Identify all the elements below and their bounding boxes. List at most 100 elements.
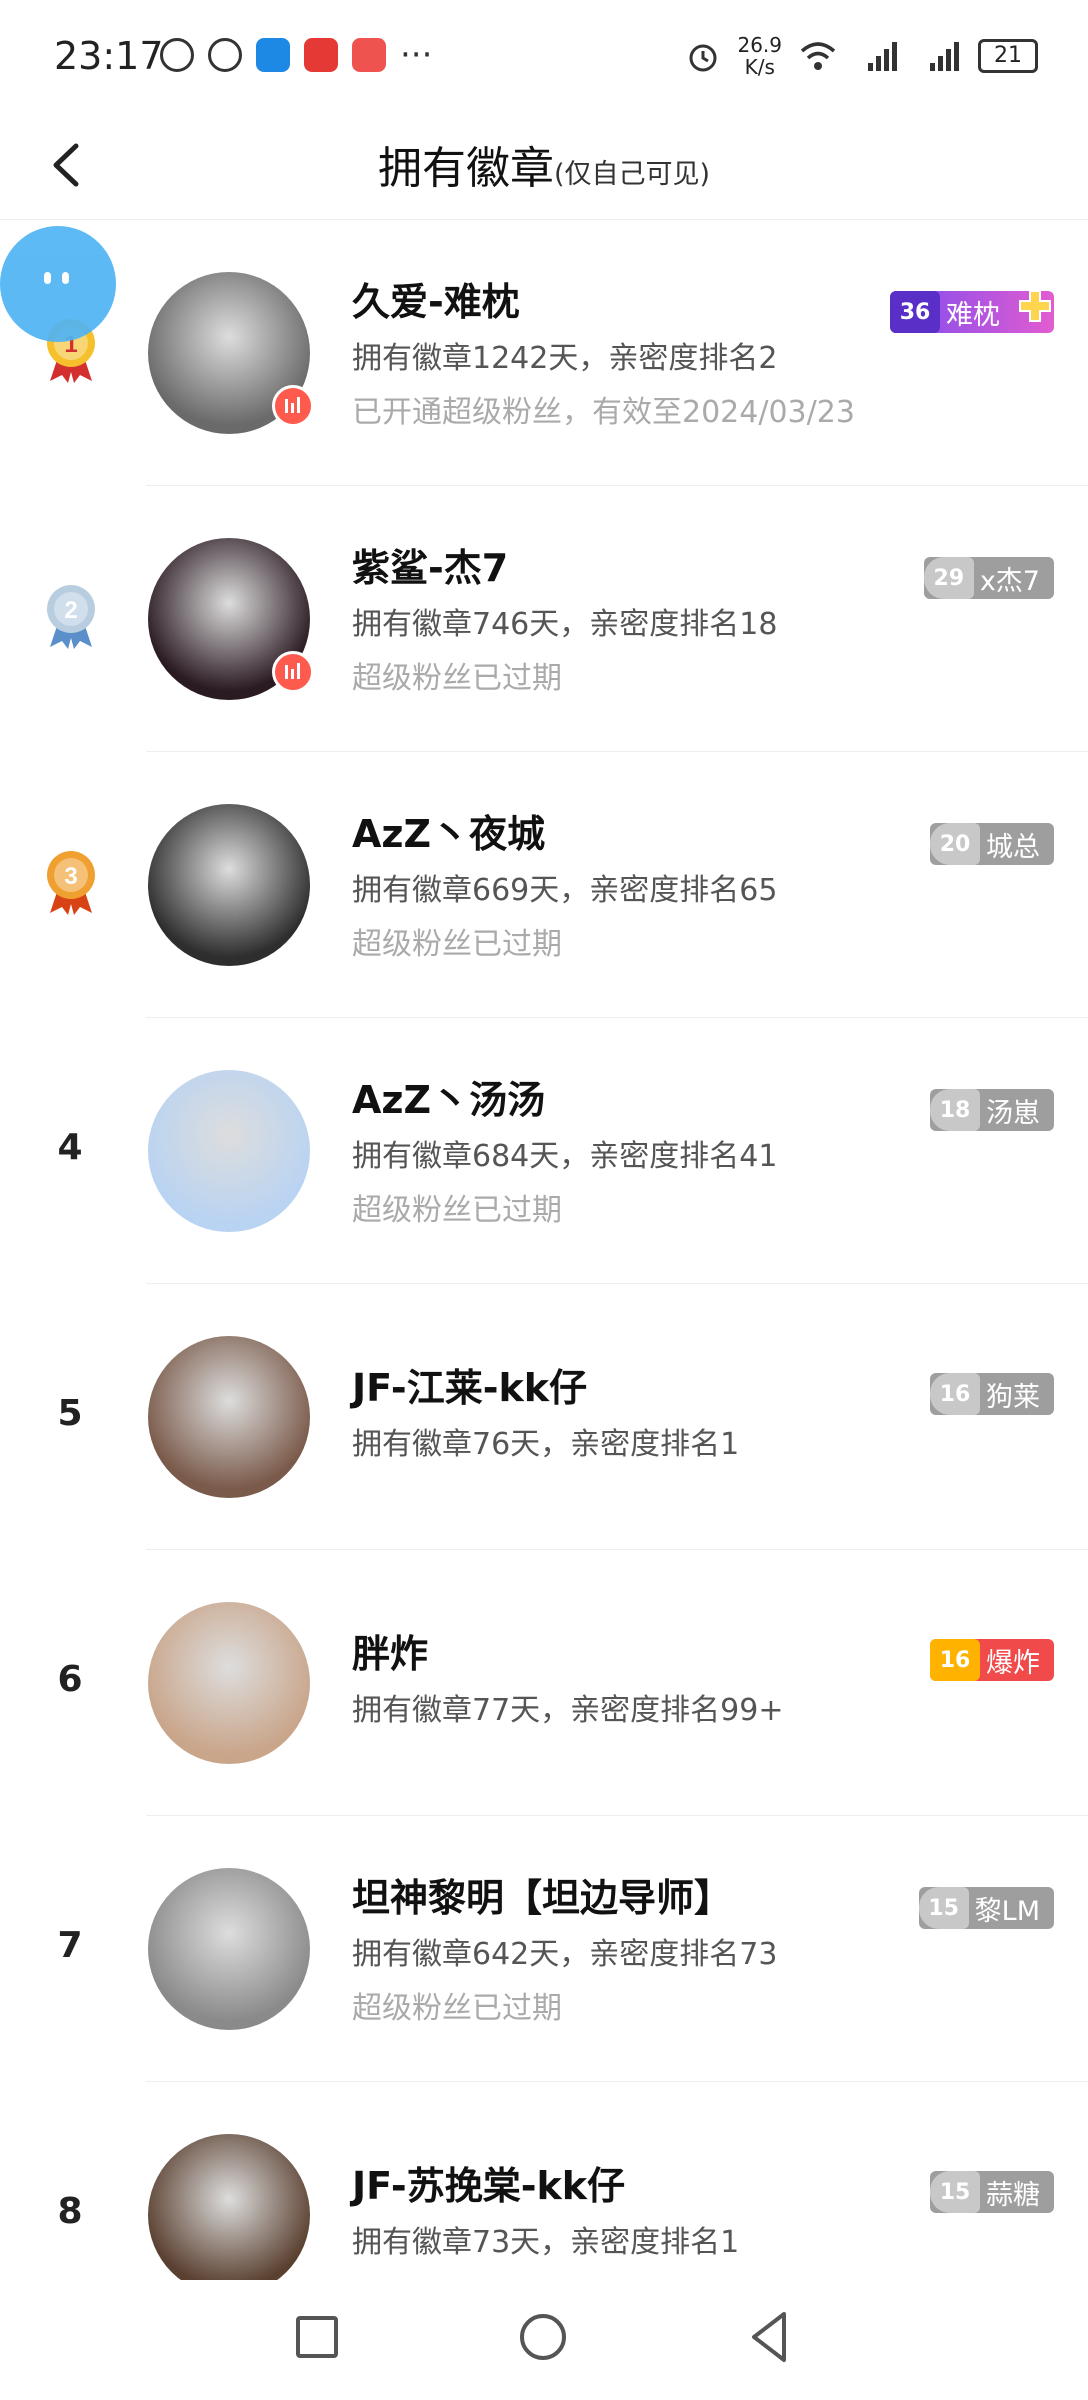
live-indicator-icon [272, 385, 314, 427]
badge-level: 20 [930, 823, 980, 865]
fan-badge[interactable]: 15 蒜糖 [930, 2171, 1054, 2213]
live-indicator-icon [272, 651, 314, 693]
year-plus-icon [1019, 290, 1051, 322]
status-bar: 23:17 ··· 26.9 K/s 21 [0, 0, 1088, 110]
badge-level: 15 [930, 2171, 980, 2213]
list-item[interactable]: 3 AzZ丶夜城拥有徽章669天，亲密度排名65 超级粉丝已过期 20 城总 [0, 752, 1088, 1018]
super-fan-status: 超级粉丝已过期 [352, 661, 562, 696]
floating-assistant-bubble[interactable] [0, 226, 116, 342]
net-speed-value: 26.9 [737, 33, 782, 57]
bubble-eye-icon [44, 272, 51, 284]
nav-back-button[interactable] [748, 2310, 790, 2364]
avatar[interactable] [148, 804, 310, 966]
list-item[interactable]: 6 胖炸拥有徽章77天，亲密度排名99+ 16 爆炸 [0, 1550, 1088, 1816]
rank-medal-icon: 3 [47, 851, 95, 915]
badge-name: 难枕 [946, 299, 1000, 331]
avatar[interactable] [148, 1336, 310, 1498]
rank-number: 4 [57, 1127, 83, 1168]
status-time: 23:17 [54, 34, 164, 78]
jdm-icon [208, 38, 242, 72]
badge-list: 1 久爱-难枕 拥有徽章1242天，亲密度排名2 已开通超级粉丝，有效至2024/0… [0, 220, 1088, 2348]
super-fan-status: 超级粉丝已过期 [352, 1193, 562, 1228]
user-name: JF-苏挽棠-kk仔 [352, 2164, 626, 2208]
user-name: 胖炸 [352, 1632, 429, 1676]
net-speed: 26.9 K/s [737, 34, 782, 78]
avatar[interactable] [148, 1070, 310, 1232]
fan-badge[interactable]: 18 汤崽 [930, 1089, 1054, 1131]
badge-days-text: 拥有徽章76天，亲密度排名1 [352, 1427, 740, 1462]
fan-badge[interactable]: 36 难枕 [890, 290, 1054, 333]
badge-name: x杰7 [979, 565, 1040, 597]
fan-badge[interactable]: 16 狗莱 [930, 1373, 1054, 1415]
signal-4g-icon [868, 42, 897, 71]
badge-level: 18 [930, 1089, 980, 1131]
avatar[interactable] [148, 1868, 310, 2030]
fan-badge[interactable]: 20 城总 [930, 823, 1054, 865]
bubble-eye-icon [62, 272, 69, 284]
net-speed-unit: K/s [744, 55, 775, 79]
system-nav-bar [0, 2280, 1088, 2400]
badge-days-text: 拥有徽章746天，亲密度排名18 [352, 607, 778, 642]
user-name: 久爱-难枕 [352, 280, 520, 324]
more-dots-icon: ··· [400, 35, 433, 75]
badge-name: 狗莱 [986, 1381, 1040, 1413]
rank-number: 7 [57, 1925, 83, 1966]
badge-name: 爆炸 [986, 1647, 1040, 1679]
badge-name: 黎LM [974, 1895, 1040, 1927]
badge-level: 16 [930, 1373, 980, 1415]
user-name: JF-江莱-kk仔 [352, 1366, 588, 1410]
rank-number: 8 [57, 2191, 83, 2232]
badge-days-text: 拥有徽章77天，亲密度排名99+ [352, 1693, 784, 1728]
badge-level: 36 [890, 291, 940, 333]
user-name: AzZ丶夜城 [352, 812, 546, 856]
list-item[interactable]: 4 AzZ丶汤汤拥有徽章684天，亲密度排名41 超级粉丝已过期 18 汤崽 [0, 1018, 1088, 1284]
rank-number: 5 [57, 1393, 83, 1434]
badge-days-text: 拥有徽章669天，亲密度排名65 [352, 873, 778, 908]
signal-4g-icon [930, 42, 959, 71]
badge-name: 蒜糖 [986, 2179, 1040, 2211]
weather-icon [256, 38, 290, 72]
super-fan-status: 已开通超级粉丝，有效至2024/03/23 [352, 395, 855, 430]
list-item[interactable]: 2 紫鲨-杰7 拥有徽章746天，亲密度排名18 超级粉丝已过期 29 x杰7 [0, 486, 1088, 752]
user-name: 紫鲨-杰7 [352, 546, 509, 590]
badge-level: 16 [930, 1639, 980, 1681]
book-icon [352, 38, 386, 72]
badge-level: 29 [923, 557, 974, 599]
badge-days-text: 拥有徽章684天，亲密度排名41 [352, 1139, 778, 1174]
super-fan-status: 超级粉丝已过期 [352, 1991, 562, 2026]
notification-icons: ··· [160, 38, 432, 72]
badge-days-text: 拥有徽章73天，亲密度排名1 [352, 2225, 740, 2260]
badge-name: 城总 [986, 831, 1040, 863]
title-subtitle: (仅自己可见) [553, 159, 711, 190]
huawei-icon [304, 38, 338, 72]
list-item[interactable]: 1 久爱-难枕 拥有徽章1242天，亲密度排名2 已开通超级粉丝，有效至2024/0… [0, 220, 1088, 486]
title-text: 拥有徽章 [377, 143, 554, 194]
fan-badge[interactable]: 16 爆炸 [930, 1639, 1054, 1681]
badge-days-text: 拥有徽章1242天，亲密度排名2 [352, 341, 778, 376]
badge-name: 汤崽 [986, 1097, 1040, 1129]
rank-medal-icon: 2 [47, 585, 95, 649]
status-right: 26.9 K/s 21 [685, 34, 1038, 78]
rank-number: 2 [64, 597, 77, 624]
home-button[interactable] [520, 2314, 566, 2360]
header: 拥有徽章(仅自己可见) [0, 110, 1088, 220]
user-name: AzZ丶汤汤 [352, 1078, 546, 1122]
rank-number: 3 [64, 863, 77, 890]
fan-badge[interactable]: 29 x杰7 [923, 557, 1054, 599]
battery-icon: 21 [978, 39, 1038, 73]
rank-number: 6 [57, 1659, 83, 1700]
avatar[interactable] [148, 2134, 310, 2296]
fan-badge[interactable]: 15 黎LM [918, 1887, 1054, 1929]
clock-icon [689, 44, 717, 72]
recent-apps-button[interactable] [296, 2316, 338, 2358]
page-title: 拥有徽章(仅自己可见) [0, 132, 1088, 196]
list-item[interactable]: 7 坦神黎明【坦边导师】拥有徽章642天，亲密度排名73 超级粉丝已过期 15 黎L… [0, 1816, 1088, 2082]
user-name: 坦神黎明【坦边导师】 [352, 1876, 733, 1920]
wifi-icon [800, 42, 836, 70]
alarm-icon [160, 38, 194, 72]
badge-level: 15 [918, 1887, 969, 1929]
super-fan-status: 超级粉丝已过期 [352, 927, 562, 962]
list-item[interactable]: 5 JF-江莱-kk仔拥有徽章76天，亲密度排名1 16 狗莱 [0, 1284, 1088, 1550]
avatar[interactable] [148, 1602, 310, 1764]
badge-days-text: 拥有徽章642天，亲密度排名73 [352, 1937, 778, 1972]
